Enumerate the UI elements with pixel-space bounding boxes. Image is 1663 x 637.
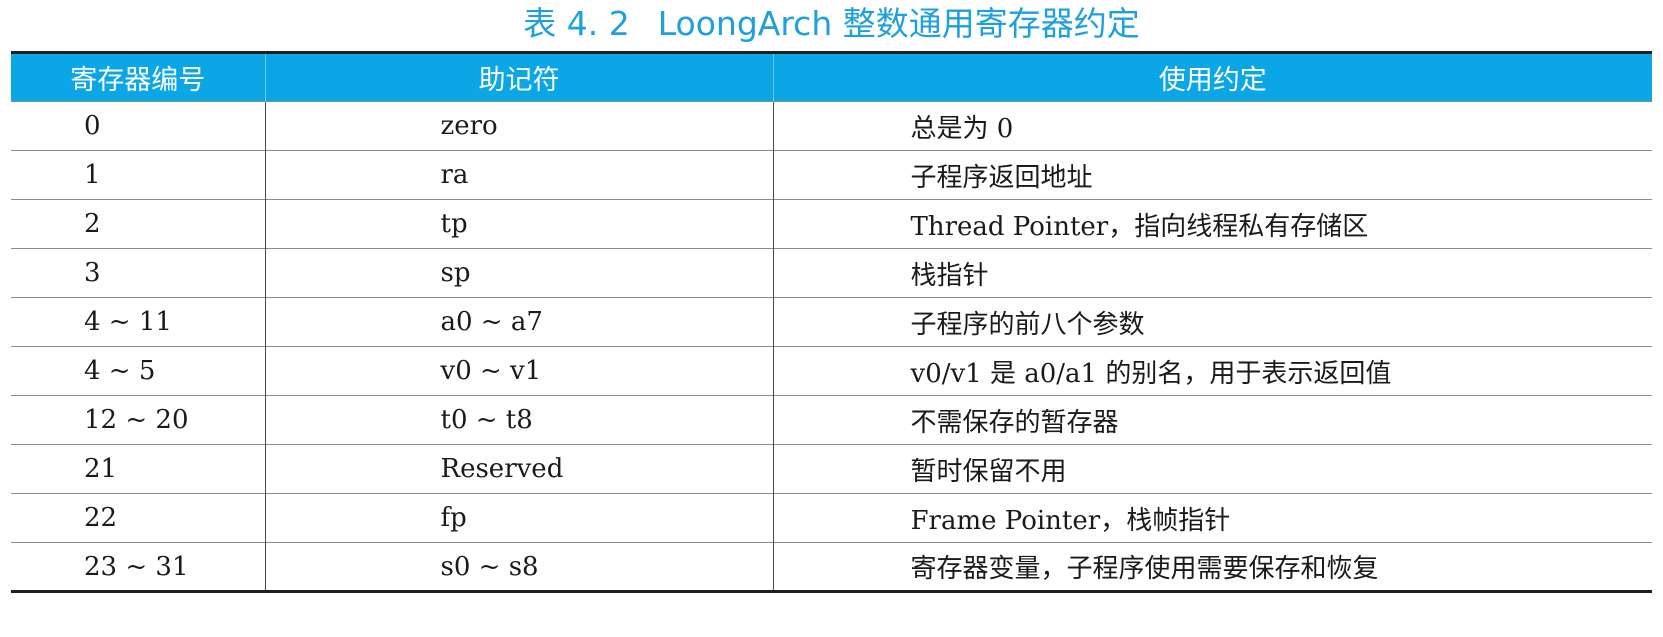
- usage-cell: 总是为 0: [772, 101, 1652, 151]
- table-row: 4 ~ 11 a0 ~ a7 子程序的前八个参数: [11, 297, 1652, 347]
- table-row: 22 fp Frame Pointer，栈帧指针: [11, 493, 1652, 543]
- usage-cell: 栈指针: [772, 248, 1652, 298]
- table-body: 0 zero 总是为 0 1 ra 子程序返回地址 2 tp Thread Pointer，指向…: [11, 101, 1652, 593]
- mnemonic-cell: Reserved: [264, 444, 773, 494]
- usage-cell: Frame Pointer，栈帧指针: [772, 493, 1652, 543]
- table-row: 2 tp Thread Pointer，指向线程私有存储区: [11, 199, 1652, 249]
- usage-cell: 不需保存的暂存器: [772, 395, 1652, 445]
- table-row: 4 ~ 5 v0 ~ v1 v0/v1 是 a0/a1 的别名，用于表示返回值: [11, 346, 1652, 396]
- register-number-cell: 3: [11, 248, 265, 298]
- register-number-cell: 1: [11, 150, 265, 200]
- usage-cell: 子程序返回地址: [772, 150, 1652, 200]
- register-number-cell: 12 ~ 20: [11, 395, 265, 445]
- mnemonic-cell: tp: [264, 199, 773, 249]
- table-header: 寄存器编号 助记符 使用约定: [11, 51, 1652, 102]
- usage-cell: v0/v1 是 a0/a1 的别名，用于表示返回值: [772, 346, 1652, 396]
- usage-cell: 暂时保留不用: [772, 444, 1652, 494]
- header-row: 寄存器编号 助记符 使用约定: [11, 51, 1652, 102]
- register-number-cell: 0: [11, 101, 265, 151]
- header-usage-convention: 使用约定: [772, 51, 1652, 102]
- table-title: LoongArch 整数通用寄存器约定: [657, 4, 1140, 43]
- register-number-cell: 21: [11, 444, 265, 494]
- table-caption: 表 4. 2 LoongArch 整数通用寄存器约定: [0, 2, 1663, 46]
- table-row: 1 ra 子程序返回地址: [11, 150, 1652, 200]
- table-row: 23 ~ 31 s0 ~ s8 寄存器变量，子程序使用需要保存和恢复: [11, 542, 1652, 593]
- usage-cell: Thread Pointer，指向线程私有存储区: [772, 199, 1652, 249]
- mnemonic-cell: ra: [264, 150, 773, 200]
- register-number-cell: 4 ~ 5: [11, 346, 265, 396]
- header-register-number: 寄存器编号: [11, 51, 265, 102]
- mnemonic-cell: zero: [264, 101, 773, 151]
- mnemonic-cell: a0 ~ a7: [264, 297, 773, 347]
- register-number-cell: 23 ~ 31: [11, 542, 265, 593]
- mnemonic-cell: s0 ~ s8: [264, 542, 773, 593]
- mnemonic-cell: fp: [264, 493, 773, 543]
- mnemonic-cell: t0 ~ t8: [264, 395, 773, 445]
- header-mnemonic: 助记符: [264, 51, 773, 102]
- table-number: 表 4. 2: [523, 4, 630, 43]
- mnemonic-cell: sp: [264, 248, 773, 298]
- table-row: 21 Reserved 暂时保留不用: [11, 444, 1652, 494]
- table-row: 12 ~ 20 t0 ~ t8 不需保存的暂存器: [11, 395, 1652, 445]
- table-row: 3 sp 栈指针: [11, 248, 1652, 298]
- mnemonic-cell: v0 ~ v1: [264, 346, 773, 396]
- table-row: 0 zero 总是为 0: [11, 101, 1652, 151]
- usage-cell: 子程序的前八个参数: [772, 297, 1652, 347]
- register-convention-table: 寄存器编号 助记符 使用约定 0 zero 总是为 0 1 ra 子程序返回地址 2 tp Th…: [11, 51, 1652, 593]
- register-number-cell: 22: [11, 493, 265, 543]
- register-number-cell: 4 ~ 11: [11, 297, 265, 347]
- register-number-cell: 2: [11, 199, 265, 249]
- usage-cell: 寄存器变量，子程序使用需要保存和恢复: [772, 542, 1652, 593]
